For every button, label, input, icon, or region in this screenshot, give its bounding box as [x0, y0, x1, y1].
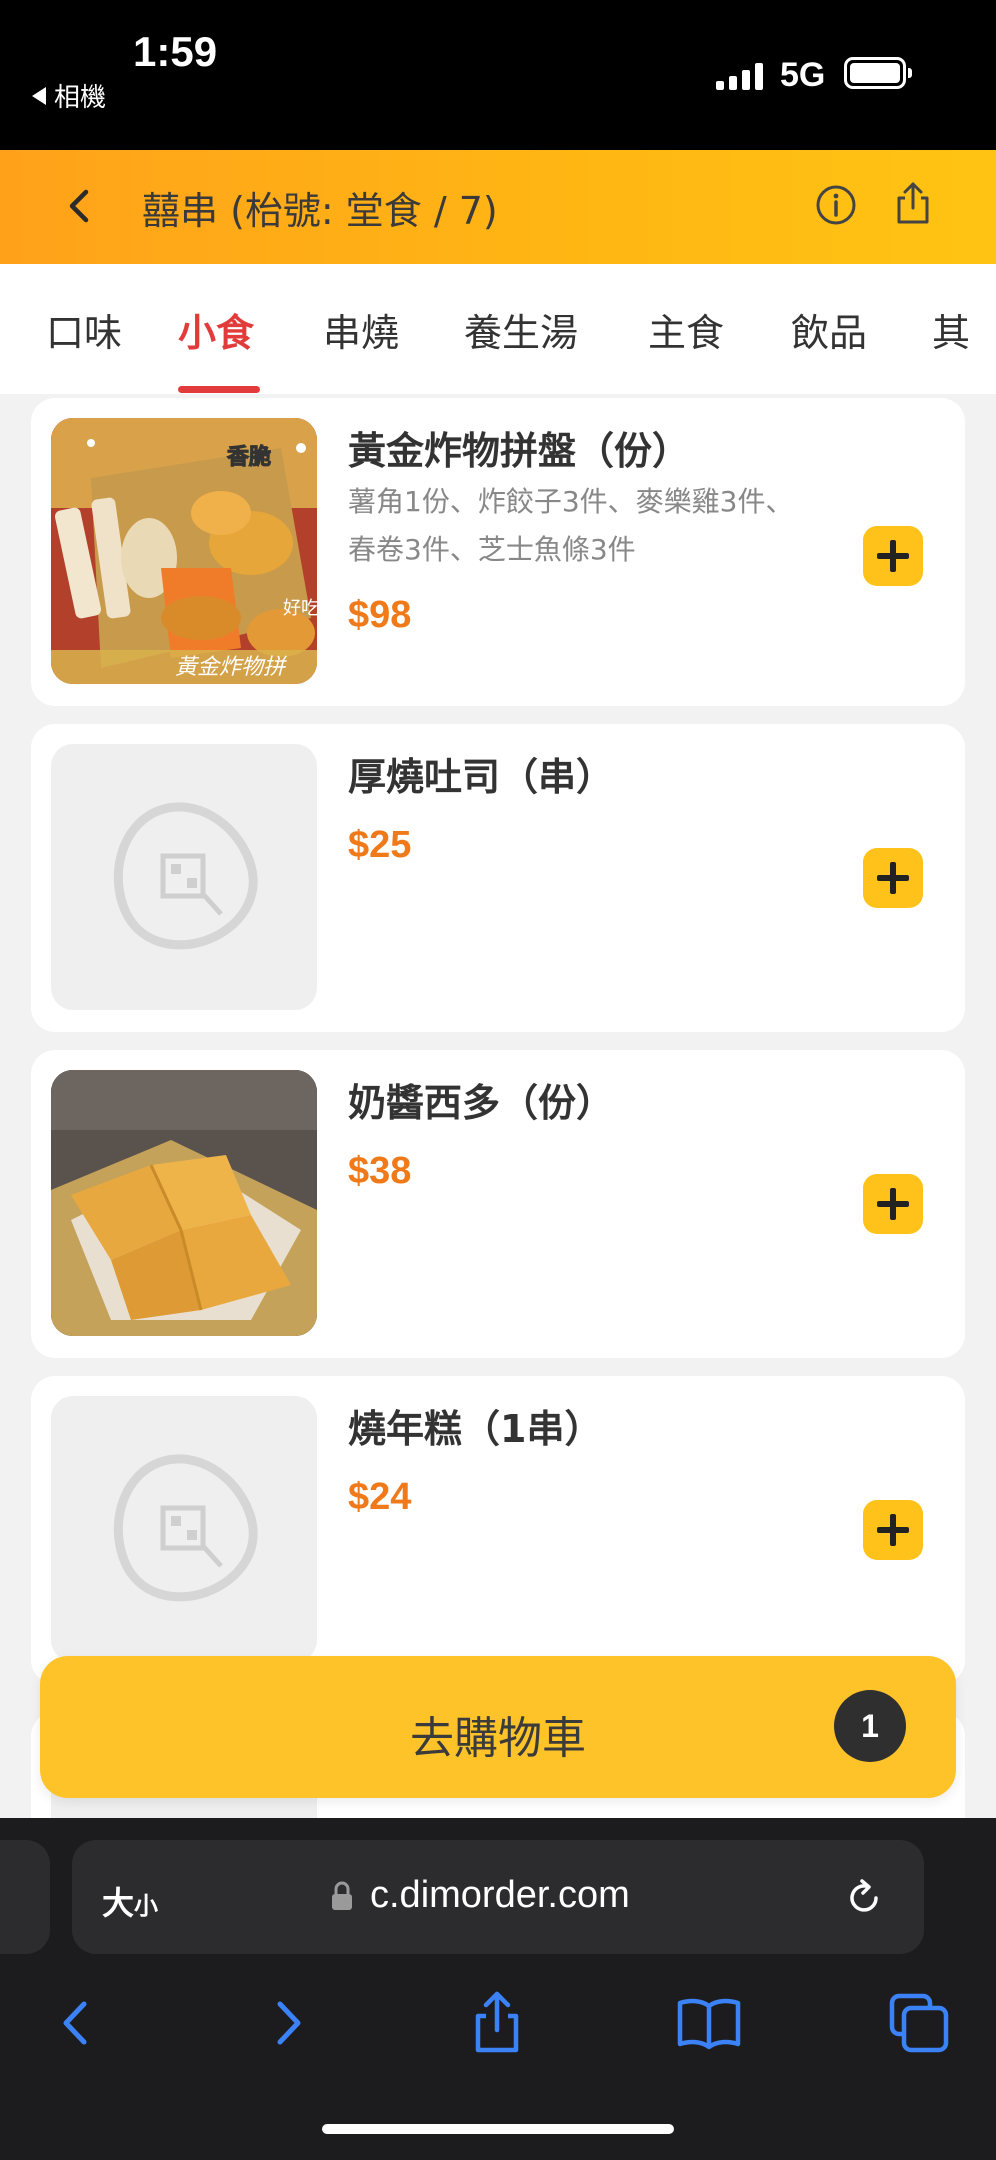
tabs-icon[interactable]	[884, 1988, 954, 2058]
tab-mains[interactable]: 主食	[648, 302, 724, 357]
placeholder-logo-icon	[113, 802, 258, 950]
tab-flavor[interactable]: 口味	[46, 302, 122, 357]
share-nav-icon[interactable]	[462, 1988, 532, 2058]
item-price: $98	[348, 594, 412, 636]
browser-toolbar: 大小 c.dimorder.com	[0, 1818, 996, 2160]
item-name: 燒年糕（1串）	[348, 1407, 603, 1451]
add-to-cart-button[interactable]	[863, 526, 923, 586]
info-icon[interactable]	[815, 184, 857, 226]
item-photo-placeholder	[51, 1396, 317, 1662]
share-icon[interactable]	[890, 180, 936, 226]
tab-drinks[interactable]: 飲品	[791, 302, 867, 357]
go-to-cart-button[interactable]: 去購物車 1	[40, 1656, 956, 1798]
url-text: c.dimorder.com	[370, 1874, 630, 1916]
menu-item-card[interactable]: 燒年糕（1串） $24	[31, 1376, 965, 1684]
back-to-app-link[interactable]: 相機	[32, 77, 106, 114]
category-tabs: 口味 小食 串燒 養生湯 主食 飲品 其	[0, 264, 996, 394]
tab-soup[interactable]: 養生湯	[464, 302, 578, 357]
cart-label: 去購物車	[410, 1713, 586, 1764]
back-triangle-icon	[32, 86, 46, 105]
app-header: 囍串 (枱號: 堂食 / 7)	[0, 150, 996, 264]
item-price: $38	[348, 1150, 412, 1192]
svg-text:好吃: 好吃	[283, 598, 317, 619]
menu-item-card[interactable]: 香脆 好吃 黃金炸物拼 黃金炸物拼盤（份） 薯角1份、炸餃子3件、麥樂雞3件、春…	[31, 398, 965, 706]
add-to-cart-button[interactable]	[863, 1500, 923, 1560]
battery-icon	[844, 57, 912, 89]
menu-item-list[interactable]: 香脆 好吃 黃金炸物拼 黃金炸物拼盤（份） 薯角1份、炸餃子3件、麥樂雞3件、春…	[0, 394, 996, 1818]
network-type: 5G	[780, 56, 826, 94]
lock-icon	[332, 1881, 352, 1910]
back-nav-icon[interactable]	[40, 1988, 110, 2058]
placeholder-logo-icon	[113, 1454, 258, 1602]
item-price: $25	[348, 824, 412, 866]
reload-icon[interactable]	[842, 1876, 886, 1920]
page-title: 囍串 (枱號: 堂食 / 7)	[142, 189, 498, 233]
status-bar: 1:59 相機 5G	[0, 0, 996, 150]
item-photo-placeholder	[51, 744, 317, 1010]
home-indicator	[322, 2124, 674, 2134]
tab-skewers[interactable]: 串燒	[323, 302, 399, 357]
menu-item-card[interactable]: 厚燒吐司（串） $25	[31, 724, 965, 1032]
french-toast-photo	[51, 1070, 317, 1336]
item-price: $24	[348, 1476, 412, 1518]
item-description: 薯角1份、炸餃子3件、麥樂雞3件、春卷3件、芝士魚條3件	[348, 485, 794, 566]
item-name: 黃金炸物拼盤（份）	[348, 429, 691, 473]
forward-nav-icon[interactable]	[254, 1988, 324, 2058]
back-app-label: 相機	[54, 83, 107, 113]
text-size-button[interactable]: 大小	[102, 1878, 158, 1924]
svg-text:香脆: 香脆	[227, 444, 271, 470]
address-bar[interactable]: 大小 c.dimorder.com	[72, 1840, 924, 1954]
svg-text:黃金炸物拼: 黃金炸物拼	[175, 655, 287, 680]
fried-platter-photo: 香脆 好吃 黃金炸物拼	[51, 418, 317, 684]
back-arrow-icon[interactable]	[60, 186, 100, 226]
status-time: 1:59	[133, 28, 218, 75]
cart-count-badge: 1	[834, 1690, 906, 1762]
add-to-cart-button[interactable]	[863, 1174, 923, 1234]
previous-tab-edge[interactable]	[0, 1840, 50, 1954]
item-photo	[51, 1070, 317, 1336]
tab-snacks[interactable]: 小食	[178, 302, 254, 357]
item-name: 厚燒吐司（串）	[348, 755, 615, 799]
item-name: 奶醬西多（份）	[348, 1081, 615, 1125]
bookmarks-icon[interactable]	[674, 1988, 744, 2058]
add-to-cart-button[interactable]	[863, 848, 923, 908]
menu-item-card[interactable]: 奶醬西多（份） $38	[31, 1050, 965, 1358]
item-photo: 香脆 好吃 黃金炸物拼	[51, 418, 317, 684]
tab-other[interactable]: 其	[932, 302, 970, 357]
signal-icon	[716, 62, 763, 90]
active-tab-indicator	[178, 386, 260, 393]
